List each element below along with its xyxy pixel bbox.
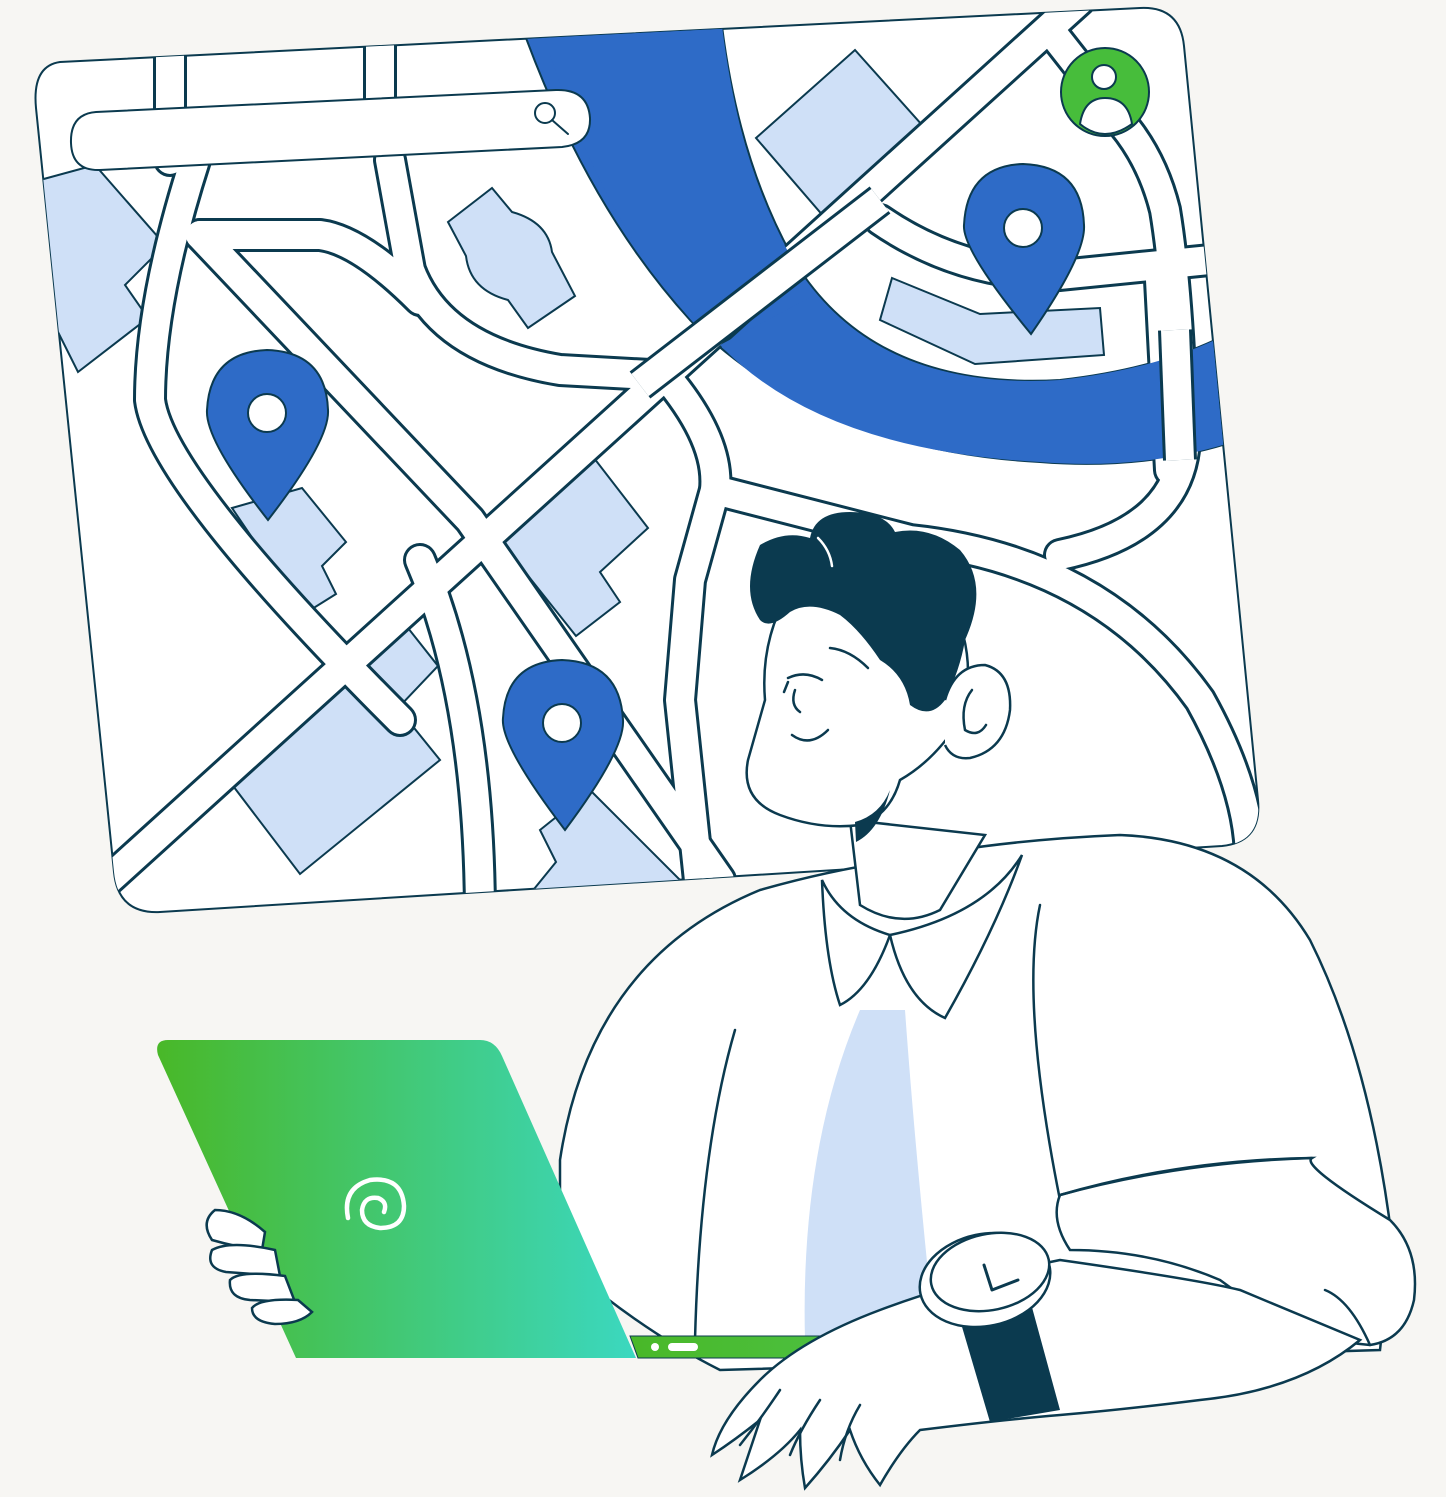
- map-card: [34, 6, 1260, 914]
- laptop-screen: [157, 1040, 636, 1358]
- user-location-icon[interactable]: [1060, 47, 1150, 137]
- illustration-scene: [34, 6, 1417, 1491]
